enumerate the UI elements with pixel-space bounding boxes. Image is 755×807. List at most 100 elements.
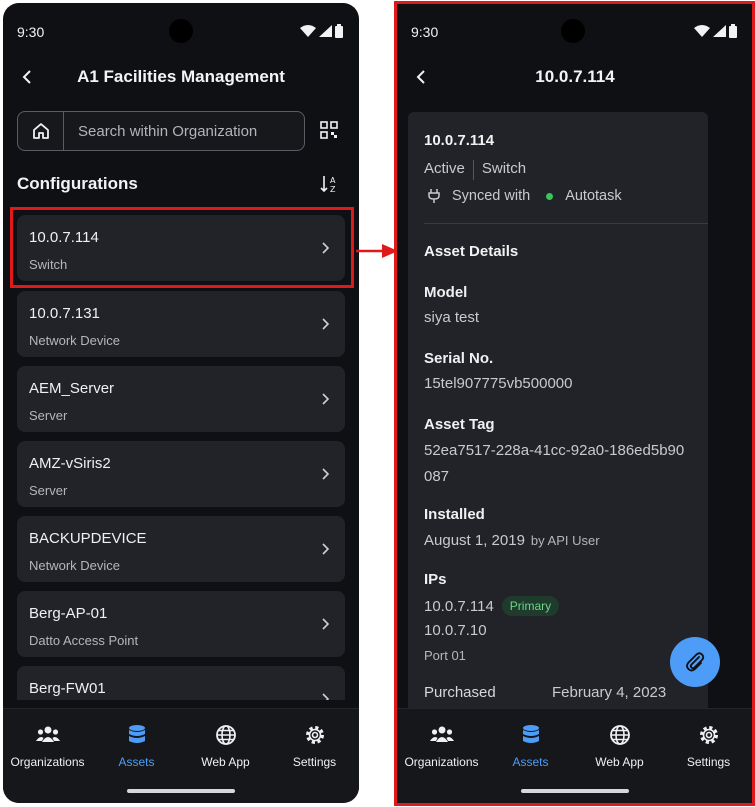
list-item[interactable]: Berg-AP-01 Datto Access Point (17, 591, 345, 657)
home-indicator[interactable] (521, 789, 629, 793)
nav-label: Web App (201, 755, 250, 769)
serial-label: Serial No. (424, 350, 494, 367)
plug-icon (428, 189, 440, 203)
camera-cutout (561, 19, 585, 43)
svg-text:A: A (330, 176, 336, 185)
section-title: Asset Details (424, 243, 519, 260)
nav-web-app[interactable]: Web App (575, 723, 664, 769)
nav-assets[interactable]: Assets (92, 723, 181, 769)
model-label: Model (424, 284, 468, 301)
home-scope-button[interactable] (18, 112, 64, 150)
item-type: Server (29, 483, 68, 498)
configurations-screen: 9:30 A1 Facilities Management Search wit… (3, 3, 359, 803)
asset-tag-label: Asset Tag (424, 416, 495, 433)
chevron-right-icon (322, 318, 330, 330)
nav-organizations[interactable]: Organizations (397, 723, 486, 769)
camera-cutout (169, 19, 193, 43)
purchased-value: February 4, 2023 (552, 684, 667, 701)
item-name: AMZ-vSiris2 (29, 455, 111, 472)
page-title: 10.0.7.114 (535, 67, 615, 86)
signal-icon (713, 25, 726, 37)
installed-label: Installed (424, 506, 485, 523)
svg-text:Z: Z (330, 185, 336, 194)
people-icon (35, 726, 60, 742)
qr-scan-button[interactable] (319, 120, 339, 140)
home-indicator[interactable] (127, 789, 235, 793)
list-item[interactable]: AEM_Server Server (17, 366, 345, 432)
chevron-right-icon (322, 693, 330, 700)
configurations-list: 10.0.7.114 Switch 10.0.7.131 Network Dev… (17, 215, 345, 700)
nav-label: Assets (512, 755, 549, 769)
search-input[interactable]: Search within Organization (17, 111, 305, 151)
item-name: Berg-FW01 (29, 680, 106, 697)
list-item[interactable]: 10.0.7.114 Switch (17, 215, 345, 281)
ips-label: IPs (424, 571, 447, 588)
asset-type: Switch (481, 160, 527, 177)
primary-badge: Primary (501, 596, 560, 616)
chevron-right-icon (322, 543, 330, 555)
nav-settings[interactable]: Settings (270, 723, 359, 769)
installed-value: August 1, 2019 (424, 532, 525, 549)
list-item[interactable]: 10.0.7.131 Network Device (17, 291, 345, 357)
list-item[interactable]: BACKUPDEVICE Network Device (17, 516, 345, 582)
status-icons (694, 24, 737, 38)
globe-icon (215, 725, 236, 745)
nav-organizations[interactable]: Organizations (3, 723, 92, 769)
nav-settings[interactable]: Settings (664, 723, 753, 769)
home-icon (32, 123, 49, 139)
nav-label: Settings (292, 755, 337, 769)
purchased-label: Purchased (424, 684, 496, 701)
chevron-right-icon (322, 468, 330, 480)
wifi-icon (694, 25, 710, 37)
paperclip-icon (686, 652, 705, 672)
status-text: Active (424, 160, 465, 177)
item-name: 10.0.7.131 (29, 305, 100, 322)
item-name: 10.0.7.114 (29, 229, 99, 246)
attach-fab-button[interactable] (670, 637, 720, 687)
item-name: Berg-AP-01 (29, 605, 108, 622)
asset-tag-value-line-2: 087 (424, 468, 450, 485)
item-type: Switch (29, 257, 68, 272)
chevron-right-icon (322, 242, 330, 254)
gear-icon (305, 726, 324, 744)
nav-assets[interactable]: Assets (486, 723, 575, 769)
chevron-right-icon (322, 393, 330, 405)
app-bar: A1 Facilities Management (3, 55, 359, 99)
page-title: A1 Facilities Management (77, 67, 285, 86)
search-placeholder: Search within Organization (78, 123, 258, 140)
globe-icon (609, 725, 630, 745)
item-name: AEM_Server (29, 380, 115, 397)
asset-status-row: Active Switch (424, 160, 526, 180)
battery-icon (729, 24, 737, 38)
item-type: Server (29, 408, 68, 423)
asset-detail-screen: 9:30 10.0.7.114 10.0.7.114 Active Switch… (397, 3, 753, 803)
search-row: Search within Organization (17, 111, 347, 151)
nav-web-app[interactable]: Web App (181, 723, 270, 769)
status-bar: 9:30 (397, 3, 753, 55)
gear-icon (699, 726, 718, 744)
ip-value: 10.0.7.10 (424, 622, 487, 639)
ip-value: 10.0.7.114 (424, 598, 494, 615)
divider (472, 160, 474, 180)
item-name: BACKUPDEVICE (29, 530, 147, 547)
list-item[interactable]: Berg-FW01 (17, 666, 345, 700)
app-bar: 10.0.7.114 (397, 55, 753, 99)
ip-port: Port 01 (424, 648, 466, 663)
sort-button[interactable]: A Z (319, 173, 341, 195)
item-type: Network Device (29, 558, 121, 573)
qr-code-icon (320, 121, 338, 139)
sync-row: Synced with Autotask (428, 188, 622, 204)
database-icon (522, 725, 539, 743)
nav-label: Assets (118, 755, 155, 769)
section-title: Configurations (17, 174, 138, 193)
asset-tag-value-line-1: 52ea7517-228a-41cc-92a0-186ed5b90 (424, 442, 685, 459)
sync-status-dot (546, 192, 554, 200)
item-type: Datto Access Point (29, 633, 139, 648)
signal-icon (319, 25, 332, 37)
status-time: 9:30 (411, 24, 439, 40)
installed-row: August 1, 2019 by API User (424, 528, 600, 554)
database-icon (128, 725, 145, 743)
list-item[interactable]: AMZ-vSiris2 Server (17, 441, 345, 507)
battery-icon (335, 24, 343, 38)
divider (424, 223, 708, 224)
